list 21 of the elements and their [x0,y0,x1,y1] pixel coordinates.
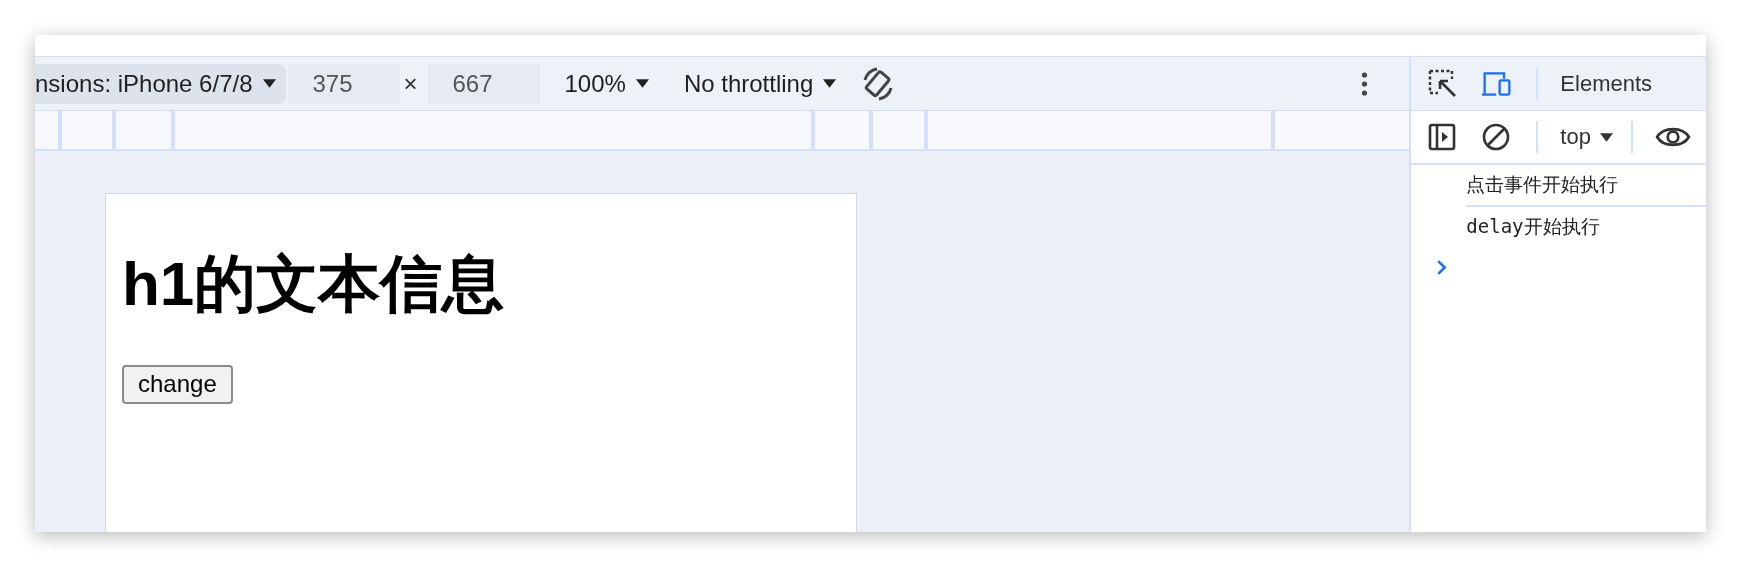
more-options-icon[interactable] [1361,71,1369,96]
prompt-chevron-icon [1436,259,1448,276]
change-button[interactable]: change [122,365,233,405]
device-dropdown[interactable]: nsions: iPhone 6/7/8 [35,63,286,104]
times-sign: × [403,69,418,98]
caret-icon [823,78,837,89]
sidebar-icon[interactable] [1428,123,1457,151]
zoom-dropdown[interactable]: 100% [554,69,659,98]
eye-icon[interactable] [1654,125,1691,149]
width-field[interactable]: 375 [287,63,400,104]
throttling-dropdown[interactable]: No throttling [673,69,847,98]
console-message: 点击事件开始执行 [1466,172,1619,197]
clear-console-icon[interactable] [1482,123,1511,151]
context-dropdown[interactable]: top [1560,124,1613,150]
height-field[interactable]: 667 [427,63,540,104]
caret-icon [1599,131,1613,143]
caret-icon [262,78,276,89]
page-heading: h1的文本信息 [122,248,505,320]
elements-tab[interactable]: Elements [1560,70,1653,97]
caret-icon [635,78,649,89]
console-message: delay开始执行 [1466,214,1600,239]
